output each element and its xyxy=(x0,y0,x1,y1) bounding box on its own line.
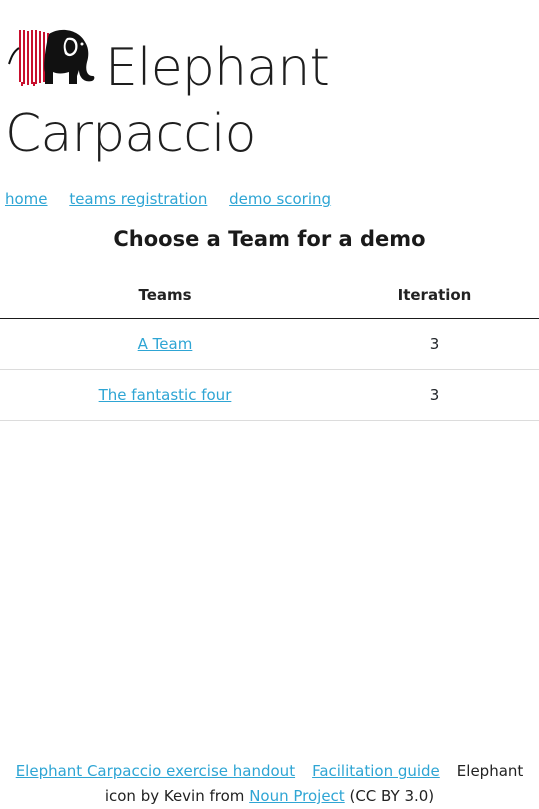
main-nav: home teams registration demo scoring xyxy=(5,190,348,208)
nav-demo-scoring-link[interactable]: demo scoring xyxy=(229,190,331,208)
section-heading: Choose a Team for a demo xyxy=(113,227,426,251)
nav-home-link[interactable]: home xyxy=(5,190,48,208)
nav-teams-registration-link[interactable]: teams registration xyxy=(69,190,207,208)
exercise-handout-link[interactable]: Elephant Carpaccio exercise handout xyxy=(16,762,295,780)
noun-project-link[interactable]: Noun Project xyxy=(249,787,345,805)
page-footer: Elephant Carpaccio exercise handout Facil… xyxy=(0,759,539,809)
team-cell: A Team xyxy=(0,318,330,370)
team-link[interactable]: A Team xyxy=(138,335,193,353)
column-header-teams: Teams xyxy=(0,272,330,319)
license-text: (CC BY 3.0) xyxy=(349,787,435,805)
column-header-iteration: Iteration xyxy=(330,272,539,319)
iteration-cell: 3 xyxy=(330,318,539,370)
table-row: The fantastic four 3 xyxy=(0,369,539,421)
teams-table: Teams Iteration A Team 3 The fantastic f… xyxy=(0,272,539,421)
page-title: Elephant Carpaccio xyxy=(5,38,330,164)
team-link[interactable]: The fantastic four xyxy=(99,386,232,404)
iteration-cell: 3 xyxy=(330,369,539,421)
table-row: A Team 3 xyxy=(0,318,539,370)
facilitation-guide-link[interactable]: Facilitation guide xyxy=(312,762,440,780)
table-header-row: Teams Iteration xyxy=(0,272,539,319)
team-cell: The fantastic four xyxy=(0,369,330,421)
